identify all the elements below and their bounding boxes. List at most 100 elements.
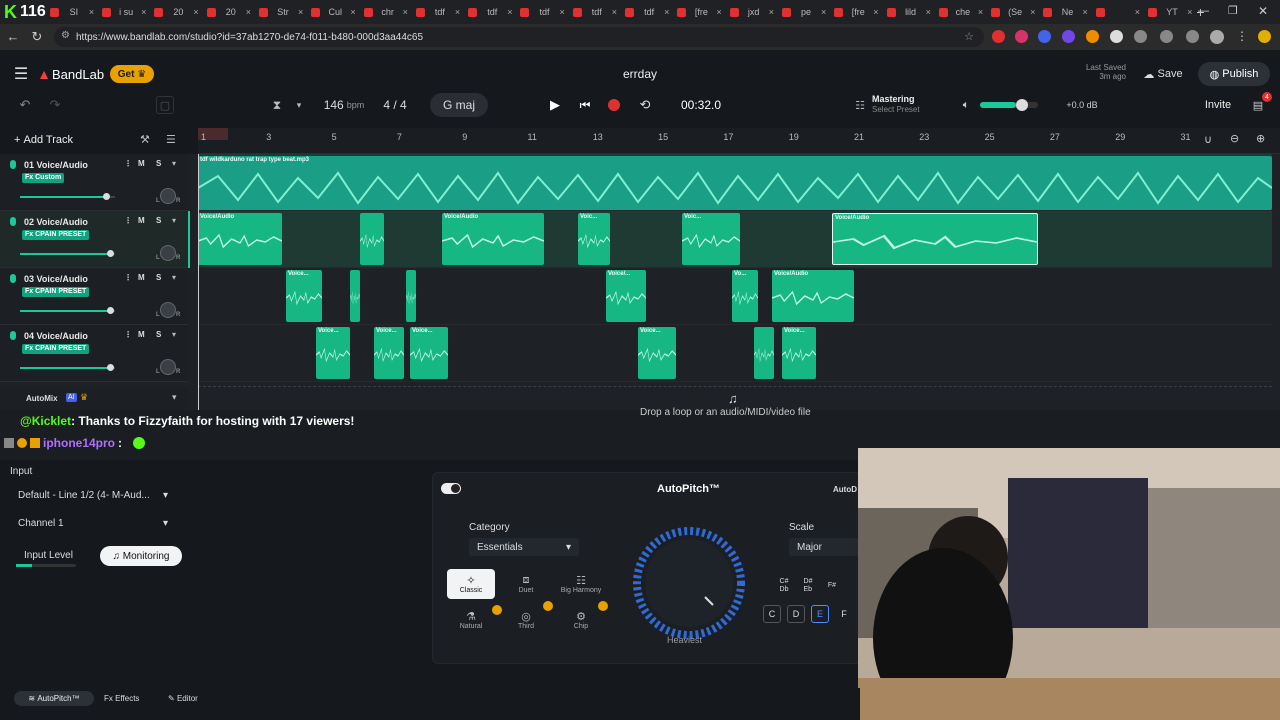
invite-button[interactable]: Invite: [1198, 96, 1238, 114]
browser-tab[interactable]: che ×: [935, 0, 987, 24]
mute-button[interactable]: M: [138, 216, 145, 225]
key-button-sharp[interactable]: F#: [823, 577, 841, 595]
loop-icon[interactable]: ⟲: [636, 96, 654, 114]
metronome-icon[interactable]: ⧗: [268, 96, 286, 114]
tempo-field[interactable]: 146 bpm: [318, 96, 370, 114]
mixer-icon[interactable]: ☰: [166, 133, 176, 146]
chevron-down-icon[interactable]: ▾: [172, 159, 176, 168]
chevron-down-icon[interactable]: ▾: [172, 216, 176, 225]
back-icon[interactable]: ←: [4, 28, 22, 46]
chevron-down-icon[interactable]: ▾: [172, 330, 176, 339]
track-lane-4[interactable]: Voice... Voice... Voice... Voice... Voic…: [198, 325, 1272, 382]
track-lane-2[interactable]: Voice/Audio Voice/Audio Voic... Voic... …: [198, 211, 1272, 268]
more-icon[interactable]: ⋮: [124, 273, 132, 282]
key-button-sharp[interactable]: D# Eb: [799, 577, 817, 595]
audio-clip[interactable]: [754, 327, 774, 379]
speaker-icon[interactable]: 🔈︎: [958, 96, 974, 114]
track-header[interactable]: 01 Voice/Audio Fx Custom ⋮ M S ▾ L R: [0, 154, 188, 211]
publish-button[interactable]: ◍ Publish: [1198, 62, 1270, 86]
monitoring-button[interactable]: ♫ Monitoring: [100, 546, 182, 566]
input-device-dropdown[interactable]: Default - Line 1/2 (4- M-Aud... ▾: [10, 486, 176, 504]
mastering-icon[interactable]: ☷: [852, 96, 868, 114]
drop-zone[interactable]: ♫ Drop a loop or an audio/MIDI/video fil…: [198, 386, 1272, 418]
audio-clip[interactable]: Voice...: [374, 327, 404, 379]
pan-knob[interactable]: [160, 245, 176, 261]
browser-tab[interactable]: [fre ×: [673, 0, 725, 24]
project-title[interactable]: errday: [560, 65, 720, 83]
preset-natural[interactable]: ⚗ Natural: [447, 605, 495, 635]
mute-button[interactable]: M: [138, 330, 145, 339]
audio-clip[interactable]: Voice/Audio: [442, 213, 544, 265]
extension-icon[interactable]: [1015, 30, 1028, 43]
maximize-button[interactable]: ❐: [1228, 4, 1238, 17]
menu-kebab-icon[interactable]: ⋮: [1236, 29, 1248, 43]
fx-badge[interactable]: Fx Custom: [22, 173, 65, 183]
extension-icon[interactable]: [1134, 30, 1147, 43]
close-tab-icon[interactable]: ×: [1135, 7, 1140, 17]
preset-classic[interactable]: ✧ Classic: [447, 569, 495, 599]
close-tab-icon[interactable]: ×: [873, 7, 878, 17]
track-name[interactable]: 03 Voice/Audio: [24, 274, 88, 284]
extension-icon[interactable]: [1186, 30, 1199, 43]
preset-chip[interactable]: ⚙ Chip: [557, 605, 605, 635]
mute-button[interactable]: M: [138, 159, 145, 168]
track-volume-slider[interactable]: [20, 307, 115, 314]
play-icon[interactable]: ▶: [546, 96, 564, 114]
zoom-out-icon[interactable]: ⊖: [1230, 132, 1239, 145]
browser-tab[interactable]: tdf ×: [464, 0, 516, 24]
track-name[interactable]: 01 Voice/Audio: [24, 160, 88, 170]
audio-clip[interactable]: [360, 213, 384, 265]
time-signature[interactable]: 4 / 4: [378, 96, 412, 114]
browser-tab[interactable]: tdf ×: [516, 0, 568, 24]
key-button[interactable]: E: [811, 605, 829, 623]
extension-icon[interactable]: [1086, 30, 1099, 43]
chevron-down-icon[interactable]: ▾: [292, 96, 306, 114]
track-header[interactable]: 03 Voice/Audio Fx CPAIN PRESET ⋮ M S ▾ L R: [0, 268, 188, 325]
more-icon[interactable]: ⋮: [124, 330, 132, 339]
pan-knob[interactable]: [160, 188, 176, 204]
track-name[interactable]: 02 Voice/Audio: [24, 217, 88, 227]
autopitch-toggle[interactable]: [441, 483, 461, 494]
key-button[interactable]: C: [763, 605, 781, 623]
track-volume-knob[interactable]: [103, 193, 110, 200]
close-tab-icon[interactable]: ×: [1030, 7, 1035, 17]
close-tab-icon[interactable]: ×: [664, 7, 669, 17]
browser-tab[interactable]: YT ×: [1144, 0, 1196, 24]
pan-knob[interactable]: [160, 302, 176, 318]
close-tab-icon[interactable]: ×: [926, 7, 931, 17]
track-volume-slider[interactable]: [20, 250, 115, 257]
get-membership-button[interactable]: Get ♛: [110, 65, 154, 83]
solo-button[interactable]: S: [156, 273, 161, 282]
track-volume-knob[interactable]: [107, 364, 114, 371]
save-button[interactable]: ☁ Save: [1136, 62, 1190, 86]
browser-tab[interactable]: Str ×: [255, 0, 307, 24]
wand-icon[interactable]: ⚒: [140, 133, 150, 146]
audio-clip-selected[interactable]: Voice/Audio: [832, 213, 1038, 265]
more-icon[interactable]: ⋮: [124, 159, 132, 168]
audio-clip[interactable]: Voice...: [782, 327, 816, 379]
close-tab-icon[interactable]: ×: [1187, 7, 1192, 17]
preset-duet[interactable]: ⧈ Duet: [502, 569, 550, 599]
close-tab-icon[interactable]: ×: [141, 7, 146, 17]
close-tab-icon[interactable]: ×: [612, 7, 617, 17]
browser-tab[interactable]: lild ×: [883, 0, 935, 24]
browser-tab[interactable]: Cul ×: [307, 0, 359, 24]
mute-button[interactable]: M: [138, 273, 145, 282]
scale-dropdown[interactable]: Major: [789, 538, 859, 556]
bookmark-star-icon[interactable]: ☆: [964, 30, 974, 43]
close-tab-icon[interactable]: ×: [455, 7, 460, 17]
record-button[interactable]: [606, 96, 622, 114]
fx-badge[interactable]: Fx CPAIN PRESET: [22, 230, 90, 240]
fx-badge[interactable]: Fx CPAIN PRESET: [22, 287, 90, 297]
solo-button[interactable]: S: [156, 330, 161, 339]
close-tab-icon[interactable]: ×: [89, 7, 94, 17]
audio-clip[interactable]: Voice...: [316, 327, 350, 379]
preset-third[interactable]: ◎ Third: [502, 605, 550, 635]
close-window-button[interactable]: ✕: [1258, 4, 1268, 18]
browser-tab[interactable]: chr ×: [360, 0, 412, 24]
audio-clip[interactable]: Voice/Audio: [198, 213, 282, 265]
extension-icon[interactable]: [1062, 30, 1075, 43]
browser-tab[interactable]: tdf ×: [569, 0, 621, 24]
key-selector[interactable]: G maj: [430, 93, 488, 117]
fx-badge[interactable]: Fx CPAIN PRESET: [22, 344, 90, 354]
